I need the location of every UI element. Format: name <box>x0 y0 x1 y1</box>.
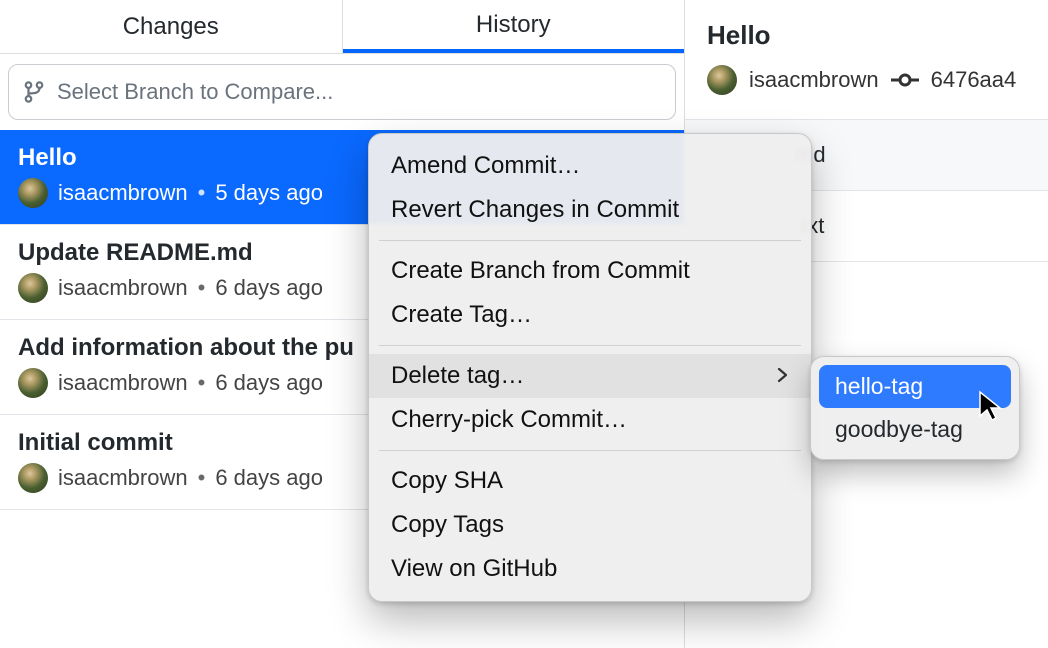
detail-sha: 6476aa4 <box>931 67 1017 93</box>
commit-age: 6 days ago <box>215 275 323 301</box>
detail-title: Hello <box>707 20 1026 51</box>
menu-amend-commit[interactable]: Amend Commit… <box>369 144 811 188</box>
commit-author: isaacmbrown <box>58 180 188 206</box>
chevron-right-icon <box>777 363 789 389</box>
avatar <box>18 368 48 398</box>
tab-history[interactable]: History <box>343 0 685 53</box>
avatar <box>18 273 48 303</box>
tab-changes[interactable]: Changes <box>0 0 343 53</box>
menu-separator <box>379 240 801 241</box>
detail-author: isaacmbrown <box>749 67 879 93</box>
git-branch-icon <box>23 81 45 103</box>
commit-author: isaacmbrown <box>58 370 188 396</box>
avatar <box>707 65 737 95</box>
commit-age: 6 days ago <box>215 465 323 491</box>
separator-dot: • <box>198 465 206 491</box>
avatar <box>18 178 48 208</box>
menu-revert-changes[interactable]: Revert Changes in Commit <box>369 188 811 232</box>
branch-compare-select[interactable]: Select Branch to Compare... <box>8 64 676 120</box>
menu-view-on-github[interactable]: View on GitHub <box>369 547 811 591</box>
separator-dot: • <box>198 370 206 396</box>
menu-copy-sha[interactable]: Copy SHA <box>369 459 811 503</box>
menu-copy-tags[interactable]: Copy Tags <box>369 503 811 547</box>
submenu-item-hello-tag[interactable]: hello-tag <box>819 365 1011 408</box>
branch-compare-placeholder: Select Branch to Compare... <box>57 79 333 105</box>
commit-author: isaacmbrown <box>58 465 188 491</box>
menu-delete-tag[interactable]: Delete tag… <box>369 354 811 398</box>
delete-tag-submenu: hello-tag goodbye-tag <box>810 356 1020 460</box>
submenu-item-goodbye-tag[interactable]: goodbye-tag <box>819 408 1011 451</box>
commit-age: 6 days ago <box>215 370 323 396</box>
menu-separator <box>379 450 801 451</box>
menu-cherry-pick[interactable]: Cherry-pick Commit… <box>369 398 811 442</box>
separator-dot: • <box>198 180 206 206</box>
avatar <box>18 463 48 493</box>
separator-dot: • <box>198 275 206 301</box>
commit-context-menu: Amend Commit… Revert Changes in Commit C… <box>368 133 812 602</box>
commit-icon <box>891 71 919 89</box>
commit-author: isaacmbrown <box>58 275 188 301</box>
commit-age: 5 days ago <box>215 180 323 206</box>
tabs: Changes History <box>0 0 684 54</box>
menu-separator <box>379 345 801 346</box>
menu-create-tag[interactable]: Create Tag… <box>369 293 811 337</box>
menu-create-branch[interactable]: Create Branch from Commit <box>369 249 811 293</box>
